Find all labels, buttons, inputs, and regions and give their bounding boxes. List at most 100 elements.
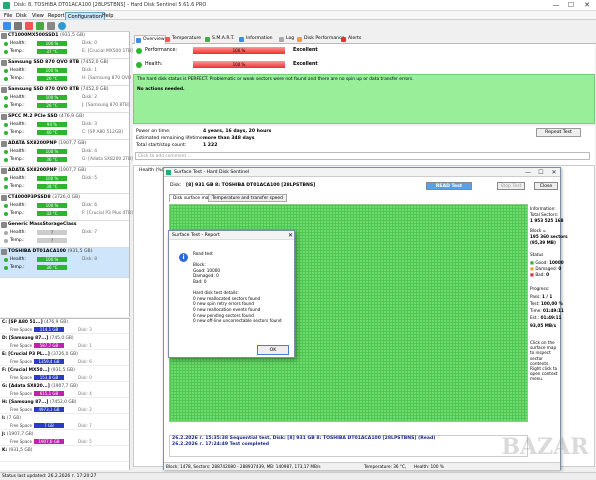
health-status-icon: [4, 257, 8, 262]
read-test-button[interactable]: READ Test: [426, 182, 472, 190]
menu-report[interactable]: Report: [46, 12, 67, 20]
maximize-button[interactable]: ☐: [563, 1, 579, 10]
health-status-icon: [4, 149, 8, 154]
tab-disk-performance[interactable]: Disk Performance: [296, 35, 344, 44]
tab-overview[interactable]: Overview: [134, 35, 166, 44]
disk-icon[interactable]: [14, 22, 22, 30]
close-window-button[interactable]: ✕: [548, 168, 560, 177]
disk-name: SPCC M.2 PCIe SSD (476,9 GB): [8, 114, 85, 119]
volume-item[interactable]: I: (7 GB) Free Space 7 GB Disk: 7: [0, 415, 129, 430]
performance-bar: 100 %: [193, 47, 285, 54]
tab-temperature[interactable]: Temperature: [164, 35, 201, 44]
comment-input[interactable]: Click to add comment ...: [135, 152, 590, 160]
disk-card[interactable]: CT4000P3PSSD8 (3726,0 GB) Health: 100 % Di…: [0, 194, 133, 221]
close-button[interactable]: ✕: [579, 1, 595, 10]
disk-name: CT1000MX500SSD1 (931,5 GB): [8, 33, 85, 38]
disk-card[interactable]: CT1000MX500SSD1 (931,5 GB) Health: 100 % D…: [0, 32, 133, 59]
disk-card[interactable]: ADATA SX8200PNP (1907,7 GB) Health: 100 %…: [0, 167, 129, 194]
ssd-icon: [1, 168, 7, 174]
report-icon[interactable]: [36, 22, 44, 30]
temp-status-icon: [4, 103, 8, 108]
report-body: Read test Block: Good: 10000 Damaged: 0 …: [193, 251, 282, 324]
tab-smart[interactable]: S.M.A.R.T.: [204, 35, 235, 44]
menu-disk[interactable]: Disk: [14, 12, 29, 20]
volume-item[interactable]: H: [Samsung 87...] (7452,0 GB) Free Space…: [0, 399, 129, 414]
hdd-icon: [1, 33, 7, 39]
health-status-icon: [4, 68, 8, 73]
health-status-icon: [4, 41, 8, 46]
window-title: Disk: 8, TOSHIBA DT01ACA100 [28LPSTBNS] …: [14, 2, 207, 8]
surface-tabs: Disk surface map Temperature and transfe…: [166, 194, 366, 202]
tab-temperature-speed[interactable]: Temperature and transfer speed: [208, 194, 287, 202]
main-tabs: Overview Temperature S.M.A.R.T. Informat…: [132, 34, 596, 44]
alert-icon: [341, 37, 346, 42]
volume-item[interactable]: D: [Samsung 87...] (745,0 GB) Free Space 5…: [0, 335, 129, 350]
disk-card[interactable]: ADATA SX8200PNP (1907,7 GB) Health: 100 %…: [0, 140, 133, 167]
performance-icon: [297, 37, 302, 42]
refresh-icon[interactable]: [3, 22, 11, 30]
ssd-icon: [1, 114, 7, 120]
tab-alerts[interactable]: Alerts: [340, 35, 361, 44]
disk-card[interactable]: SPCC M.2 PCIe SSD (476,9 GB) Health: 94 %…: [0, 113, 129, 140]
temp-status-icon: [4, 184, 8, 189]
minimize-button[interactable]: —: [548, 1, 564, 10]
menu-file[interactable]: File: [2, 12, 14, 20]
temp-status-icon: [4, 265, 8, 270]
surface-test-titlebar: Surface Test - Hard Disk Sentinel — ☐ ✕: [164, 168, 560, 177]
temp-bar: 26 °C: [37, 76, 67, 81]
disk-card[interactable]: Samsung SSD 870 QVO 8TB (7452,0 GB) Heal…: [0, 59, 143, 86]
tab-information[interactable]: Information: [238, 35, 273, 44]
health-bar: 100 %: [193, 61, 285, 68]
hdd-icon: [1, 249, 7, 255]
repeat-test-button[interactable]: Repeat Test: [536, 128, 581, 137]
report-dialog: Surface Test - Report ✕ i Read test Bloc…: [168, 230, 295, 358]
disk-select[interactable]: [8] 931 GB 8: TOSHIBA DT01ACA100 [28LPST…: [186, 183, 315, 188]
performance-panel: Performance: 100 % Excellent Health: 100…: [133, 44, 595, 74]
hdd-icon: [1, 87, 7, 93]
ok-button[interactable]: OK: [257, 345, 289, 355]
volume-item[interactable]: J: (1907,7 GB) Free Space 1907,6 GB Disk: 5: [0, 431, 129, 446]
temp-status-icon: [4, 76, 8, 81]
health-status-icon: [4, 203, 8, 208]
health-bar: 100 %: [37, 176, 67, 181]
tab-log[interactable]: Log: [278, 35, 294, 44]
performance-row: Performance: 100 % Excellent: [133, 45, 433, 57]
report-close-button[interactable]: ✕: [288, 231, 293, 240]
health-status-icon: [136, 62, 142, 68]
temperature-icon[interactable]: [25, 22, 33, 30]
volume-item[interactable]: F: [Crucial MX50...] (931,5 GB) Free Spac…: [0, 367, 129, 382]
maximize-button[interactable]: ☐: [535, 168, 547, 177]
menu-help[interactable]: Help: [100, 12, 115, 20]
disk-card[interactable]: Samsung SSD 870 QVO 8TB (7452,0 GB) Heal…: [0, 86, 130, 113]
app-icon: [3, 2, 10, 9]
ssd-icon: [1, 141, 7, 147]
temp-bar: 26 °C: [37, 103, 67, 108]
health-bar: 100 %: [37, 95, 67, 100]
settings-icon[interactable]: [47, 22, 55, 30]
volume-item[interactable]: E: [Crucial P3 PL...] (3726,0 GB) Free Sp…: [0, 351, 129, 366]
smart-icon: [205, 37, 210, 42]
minimize-button[interactable]: —: [522, 168, 534, 177]
free-space-bar: 1907,6 GB: [34, 439, 64, 444]
temp-bar: ?: [37, 238, 67, 243]
watermark-logo: BAZAR: [501, 434, 589, 460]
volume-item[interactable]: K: (931,5 GB): [0, 447, 129, 462]
log-icon: [279, 37, 284, 42]
disk-card[interactable]: Generic MassStorageClass Health:? Disk: 7…: [0, 221, 129, 248]
volume-item[interactable]: G: [Adata SX820...] (1907,7 GB) Free Spac…: [0, 383, 129, 398]
ssd-icon: [1, 195, 7, 201]
free-space-bar: 615,1 GB: [34, 391, 64, 396]
temp-bar: 36 °C: [37, 265, 67, 270]
health-row: Health: 100 % Excellent: [133, 59, 433, 71]
globe-icon[interactable]: [58, 22, 66, 30]
volume-item[interactable]: C: [SP A80 51...] (476,9 GB) Free Space 11…: [0, 319, 129, 334]
disk-name: CT4000P3PSSD8 (3726,0 GB): [8, 195, 81, 200]
toolbar: [0, 20, 130, 32]
temp-status-icon: [4, 157, 8, 162]
menu-view[interactable]: View: [30, 12, 46, 20]
health-bar: 100 %: [37, 68, 67, 73]
close-button[interactable]: Close: [534, 182, 558, 190]
stop-test-button[interactable]: Stop Test: [497, 182, 525, 190]
disk-name: Generic MassStorageClass: [8, 222, 77, 227]
disk-card-selected[interactable]: TOSHIBA DT01ACA100 (931,5 GB) Health: 100…: [0, 248, 129, 278]
